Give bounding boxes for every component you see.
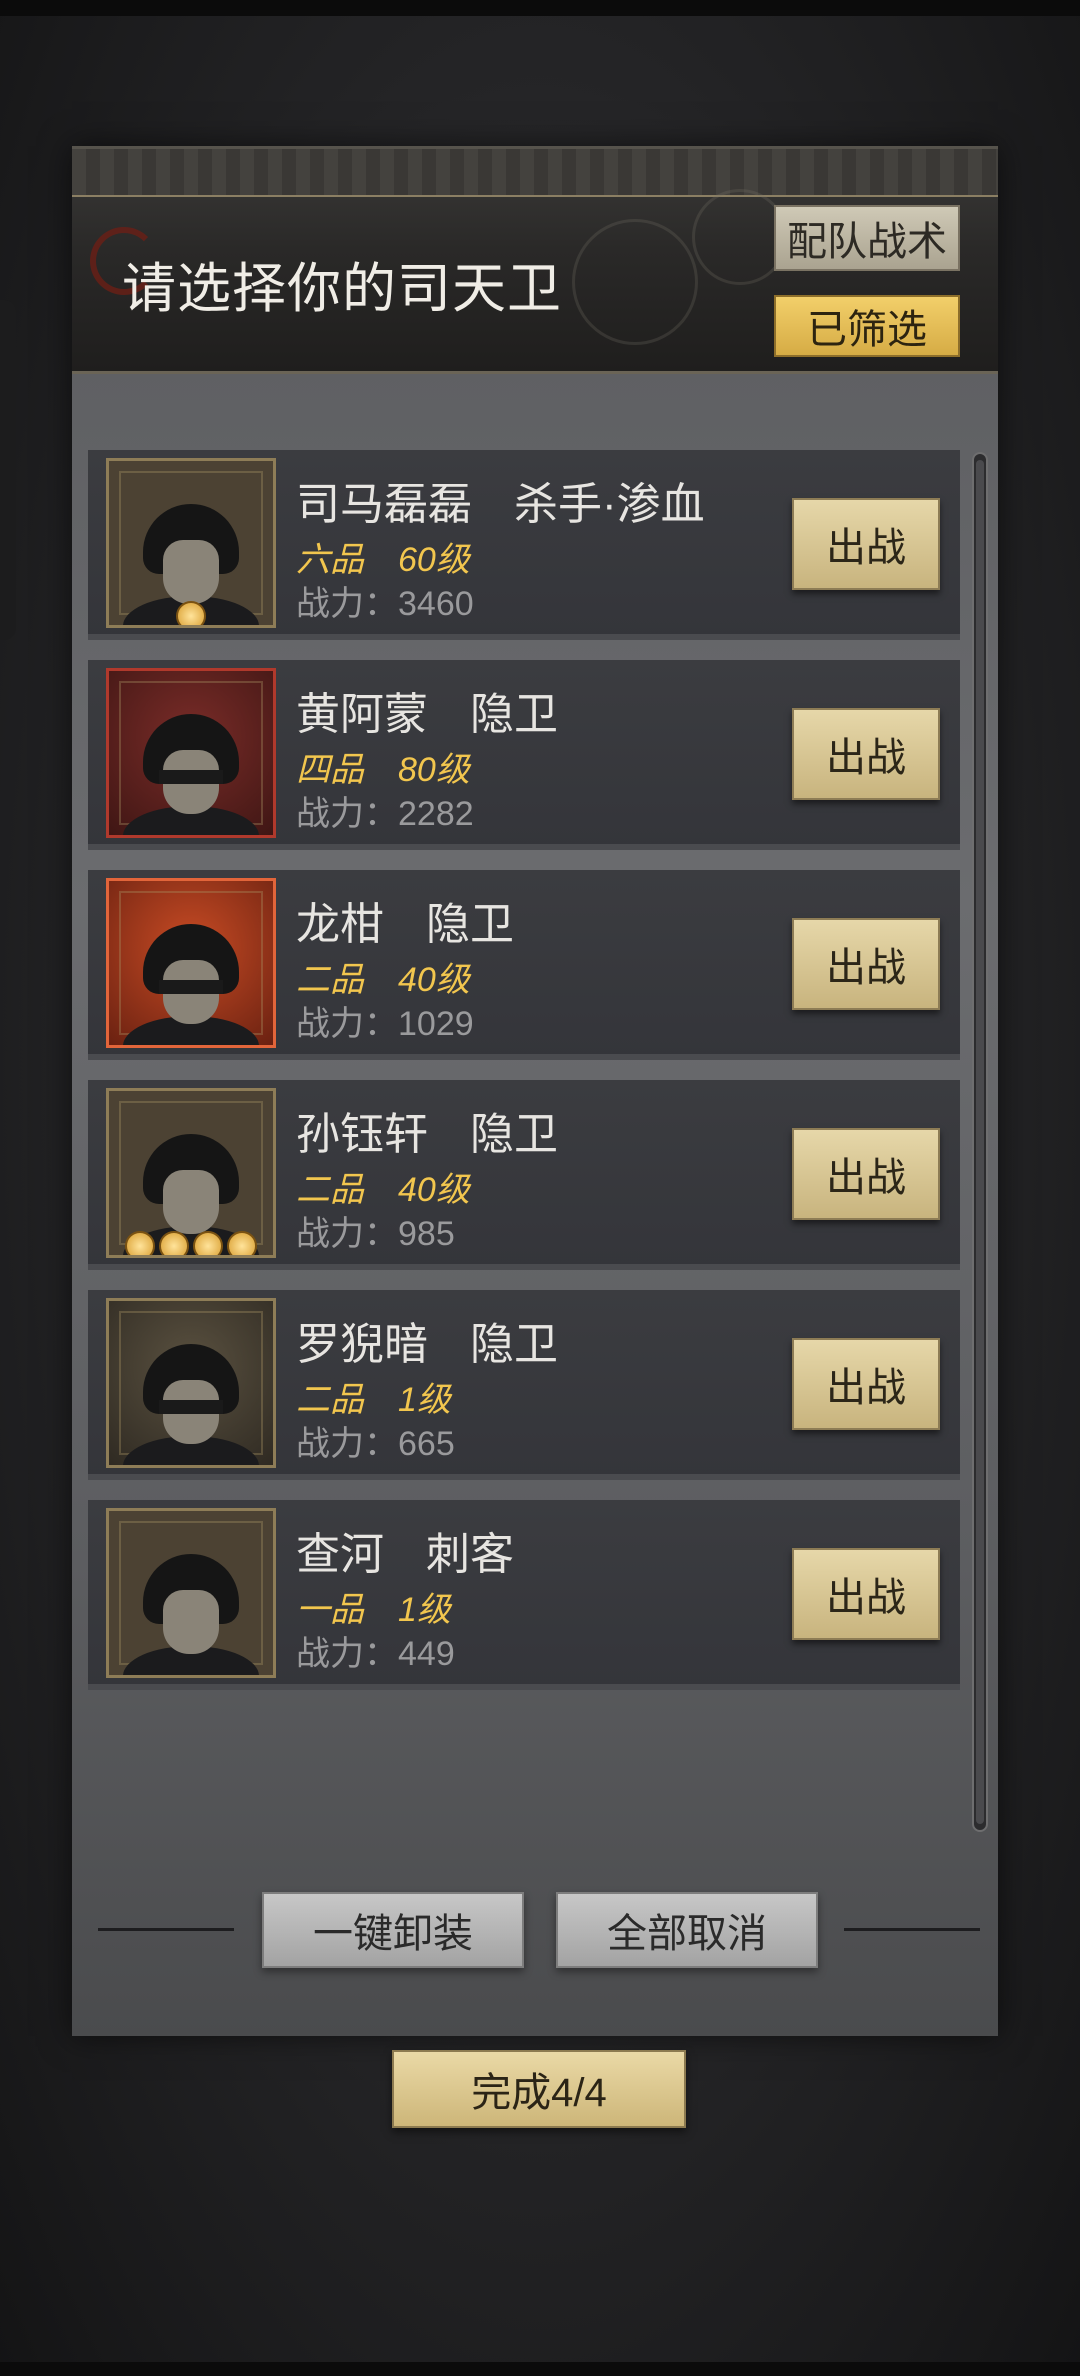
hero-name: 龙柑 [296,900,384,949]
scrollbar-thumb[interactable] [976,460,984,1824]
hero-class: 杀手·渗血 [514,480,705,529]
filter-button[interactable]: 已筛选 [774,295,960,357]
hero-level: 1级 [398,1381,451,1419]
side-edge [0,300,16,640]
deploy-button[interactable]: 出战 [792,1338,940,1430]
hero-portrait [106,878,276,1048]
footer-divider-right [844,1928,980,1931]
hero-power: 战力：2282 [296,795,474,833]
hero-name: 黄阿蒙 [296,690,428,739]
hero-avatar [123,714,259,835]
hero-power: 战力：3460 [296,585,474,623]
hero-avatar [123,504,259,625]
hero-rank: 二品 [296,1171,364,1209]
deploy-button[interactable]: 出战 [792,498,940,590]
hero-avatar [123,1134,259,1255]
hero-level: 40级 [398,961,470,999]
hero-rank: 六品 [296,541,364,579]
header-decor-band [72,149,998,197]
hero-name: 罗猊暗 [296,1320,428,1369]
hero-portrait [106,1088,276,1258]
hero-card: 龙柑 隐卫 二品 40级 战力：1029 出战 [88,870,960,1060]
hero-rank: 二品 [296,961,364,999]
hero-portrait [106,668,276,838]
medal-icon [193,1231,223,1255]
hero-rank: 一品 [296,1591,364,1629]
star-medals [176,601,206,625]
page-title: 请选择你的司天卫 [122,259,562,319]
footer-divider-left [98,1928,234,1931]
hero-name: 查河 [296,1530,384,1579]
hero-class: 刺客 [426,1530,514,1579]
deploy-button[interactable]: 出战 [792,918,940,1010]
hero-card: 黄阿蒙 隐卫 四品 80级 战力：2282 出战 [88,660,960,850]
hero-card: 查河 刺客 一品 1级 战力：449 出战 [88,1500,960,1690]
medal-icon [227,1231,257,1255]
deploy-button[interactable]: 出战 [792,1548,940,1640]
hero-level: 80级 [398,751,470,789]
hero-power: 战力：665 [296,1425,455,1463]
navigation-bar [0,2362,1080,2376]
medal-icon [176,601,206,625]
cloud-swirl-decoration [572,219,698,345]
cancel-all-button[interactable]: 全部取消 [556,1892,818,1968]
hero-portrait [106,458,276,628]
hero-rank: 二品 [296,1381,364,1419]
hero-level: 40级 [398,1171,470,1209]
hero-class: 隐卫 [470,1320,558,1369]
hero-class: 隐卫 [426,900,514,949]
medal-icon [159,1231,189,1255]
status-bar [0,0,1080,16]
panel-header: 请选择你的司天卫 配队战术 已筛选 [72,146,998,374]
hero-class: 隐卫 [470,1110,558,1159]
deploy-button[interactable]: 出战 [792,708,940,800]
hero-card: 司马磊磊 杀手·渗血 六品 60级 战力：3460 出战 [88,450,960,640]
hero-rank: 四品 [296,751,364,789]
hero-level: 1级 [398,1591,451,1629]
deploy-button[interactable]: 出战 [792,1128,940,1220]
hero-class: 隐卫 [470,690,558,739]
hero-name: 孙钰轩 [296,1110,428,1159]
hero-avatar [123,1554,259,1675]
unequip-all-button[interactable]: 一键卸装 [262,1892,524,1968]
hero-avatar [123,924,259,1045]
team-tactics-button[interactable]: 配队战术 [774,205,960,271]
hero-card: 孙钰轩 隐卫 二品 40级 战力：985 出战 [88,1080,960,1270]
medal-icon [125,1231,155,1255]
hero-power: 战力：985 [296,1215,455,1253]
hero-card: 罗猊暗 隐卫 二品 1级 战力：665 出战 [88,1290,960,1480]
hero-portrait [106,1298,276,1468]
hero-portrait [106,1508,276,1678]
hero-power: 战力：1029 [296,1005,474,1043]
hero-level: 60级 [398,541,470,579]
hero-name: 司马磊磊 [296,480,472,529]
hero-power: 战力：449 [296,1635,455,1673]
done-button[interactable]: 完成4/4 [392,2050,686,2128]
hero-avatar [123,1344,259,1465]
star-medals [125,1231,257,1255]
